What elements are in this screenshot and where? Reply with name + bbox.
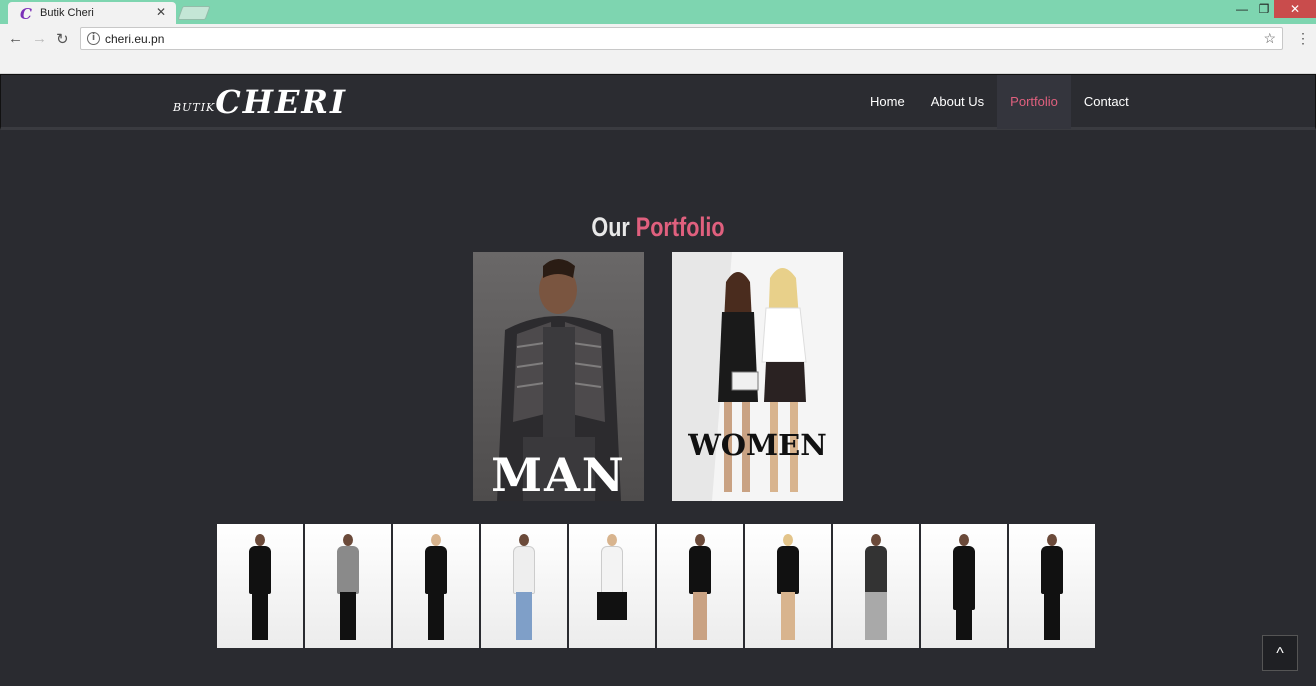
new-tab-button[interactable] [177,6,211,20]
site-info-icon[interactable]: i [87,32,100,45]
browser-titlebar: C Butik Cheri ✕ — ❐ ✕ [0,0,1316,24]
bookmark-star-icon[interactable]: ☆ [1263,30,1276,47]
url-text[interactable]: cheri.eu.pn [105,32,164,46]
scroll-to-top-button[interactable]: ^ [1262,635,1298,671]
site-logo[interactable]: BUTIKCHERI [173,83,347,121]
browser-toolbar: ← → ↻ i cheri.eu.pn ☆ ⋮ [0,24,1316,74]
forward-arrow-icon[interactable]: → [32,30,47,47]
product-thumbnail-10[interactable] [1009,524,1095,648]
main-nav: Home About Us Portfolio Contact [857,75,1142,129]
product-thumbnail-4[interactable] [481,524,567,648]
nav-about-us[interactable]: About Us [918,75,997,129]
category-women-label: WOMEN [688,428,827,462]
nav-home[interactable]: Home [857,75,918,129]
portfolio-title-accent: Portfolio [635,212,725,242]
portfolio-title: Our Portfolio [132,212,1185,243]
back-arrow-icon[interactable]: ← [8,30,23,47]
browser-menu-icon[interactable]: ⋮ [1296,30,1310,47]
product-thumbnail-3[interactable] [393,524,479,648]
browser-tab[interactable]: C Butik Cheri ✕ [8,2,176,24]
product-thumbnail-8[interactable] [833,524,919,648]
tab-title: Butik Cheri [40,7,94,19]
nav-portfolio[interactable]: Portfolio [997,75,1071,129]
product-thumbnail-7[interactable] [745,524,831,648]
product-thumbnail-6[interactable] [657,524,743,648]
women-photo [672,252,843,501]
product-thumbnail-9[interactable] [921,524,1007,648]
chevron-up-icon: ^ [1276,645,1284,662]
thumbnail-strip [217,524,1095,648]
reload-icon[interactable]: ↻ [56,30,69,48]
tab-close-icon[interactable]: ✕ [156,5,166,19]
product-thumbnail-1[interactable] [217,524,303,648]
site-favicon-icon: C [20,5,32,23]
product-thumbnail-5[interactable] [569,524,655,648]
category-women-card[interactable]: WOMEN [672,252,843,501]
window-close-button[interactable]: ✕ [1274,0,1316,18]
address-bar[interactable]: i cheri.eu.pn ☆ [80,27,1283,50]
category-man-label: MAN [491,448,626,501]
site-header: BUTIKCHERI Home About Us Portfolio Conta… [0,74,1316,130]
nav-contact[interactable]: Contact [1071,75,1142,129]
logo-big-text: CHERI [215,83,347,121]
logo-small-text: BUTIK [173,101,216,114]
portfolio-title-plain: Our [591,212,630,242]
product-thumbnail-2[interactable] [305,524,391,648]
category-man-card[interactable]: MAN [473,252,644,501]
